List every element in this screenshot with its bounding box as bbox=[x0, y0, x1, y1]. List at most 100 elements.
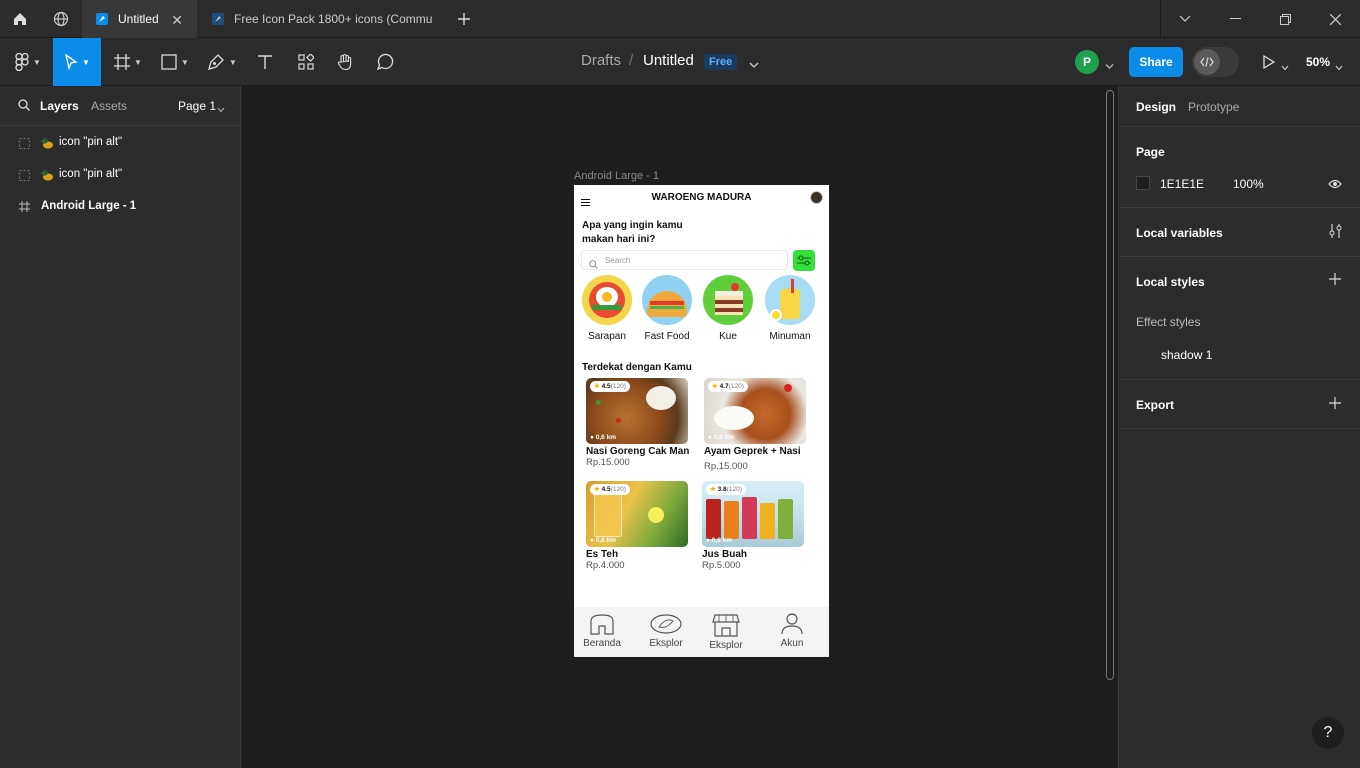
page-selector[interactable]: Page 1 bbox=[178, 99, 216, 113]
food-price: Rp.15.000 bbox=[704, 461, 748, 472]
category-minuman[interactable]: Minuman bbox=[764, 275, 816, 342]
rating-badge: ★ 3.8(120) bbox=[706, 484, 746, 495]
distance-label: ● 0,6 km bbox=[706, 537, 732, 544]
page-opacity-value[interactable]: 100% bbox=[1233, 177, 1264, 191]
tab-untitled[interactable]: Untitled ✕ bbox=[82, 0, 197, 38]
food-card-es-teh[interactable]: ★ 4.5(120) ● 0,6 km Es Teh Rp.4.000 bbox=[586, 481, 688, 571]
file-name[interactable]: Untitled bbox=[643, 52, 694, 69]
frame-tool-button[interactable]: ▼ bbox=[108, 38, 148, 86]
tab-label: Free Icon Pack 1800+ icons (Commu bbox=[234, 12, 433, 26]
food-card-ayam-geprek[interactable]: ★ 4.7(120) ● 0,8 km Ayam Geprek + Nasi R… bbox=[704, 378, 806, 472]
filter-button[interactable] bbox=[793, 250, 815, 271]
food-card-jus-buah[interactable]: ★ 3.8(120) ● 0,6 km Jus Buah Rp.5.000 bbox=[702, 481, 804, 571]
home-icon bbox=[590, 614, 614, 635]
food-image: ★ 3.8(120) ● 0,6 km bbox=[702, 481, 804, 547]
plan-badge: Free bbox=[704, 54, 738, 70]
chevron-down-icon: ▼ bbox=[134, 57, 142, 67]
nav-akun[interactable]: Akun bbox=[769, 613, 815, 649]
food-price: Rp.15.000 bbox=[586, 457, 630, 468]
tab-free-icon-pack[interactable]: Free Icon Pack 1800+ icons (Commu bbox=[198, 0, 444, 38]
main-menu-button[interactable]: ▼ bbox=[8, 38, 48, 86]
rating-badge: ★ 4.5(120) bbox=[590, 381, 630, 392]
tab-layers[interactable]: Layers bbox=[40, 99, 79, 113]
nav-beranda[interactable]: Beranda bbox=[579, 613, 625, 649]
layer-row[interactable]: icon "pin alt" bbox=[0, 129, 240, 157]
category-fast-food[interactable]: Fast Food bbox=[641, 275, 693, 342]
home-icon[interactable] bbox=[0, 0, 40, 38]
resources-tool-button[interactable] bbox=[291, 38, 321, 86]
zoom-level[interactable]: 50% bbox=[1306, 55, 1330, 69]
dev-mode-toggle[interactable] bbox=[1192, 47, 1239, 77]
layer-row[interactable]: icon "pin alt" bbox=[0, 161, 240, 189]
food-card-nasi-goreng[interactable]: ★ 4.5(120) ● 0,6 km Nasi Goreng Cak Man … bbox=[586, 378, 689, 468]
chevron-down-icon: ▼ bbox=[82, 57, 90, 67]
share-button[interactable]: Share bbox=[1129, 47, 1183, 77]
tab-assets[interactable]: Assets bbox=[91, 99, 127, 113]
new-tab-plus-icon[interactable] bbox=[444, 0, 484, 38]
food-name: Jus Buah bbox=[702, 549, 748, 560]
page-selector-chevron-icon[interactable] bbox=[217, 102, 225, 116]
breadcrumb-drafts[interactable]: Drafts bbox=[581, 52, 621, 69]
android-frame[interactable]: WAROENG MADURA Apa yang ingin kamu makan… bbox=[574, 185, 829, 657]
effect-style-item[interactable]: shadow 1 bbox=[1161, 348, 1212, 362]
food-image: ★ 4.5(120) ● 0,6 km bbox=[586, 378, 688, 444]
search-icon bbox=[589, 256, 598, 274]
food-price: Rp.5.000 bbox=[702, 560, 741, 571]
export-section: Export bbox=[1119, 380, 1360, 429]
pin-icon: ● bbox=[706, 537, 710, 544]
search-field[interactable]: Search bbox=[581, 250, 788, 270]
category-kue[interactable]: Kue bbox=[702, 275, 754, 342]
page-section: Page 1E1E1E 100% bbox=[1119, 127, 1360, 208]
rating-badge: ★ 4.5(120) bbox=[590, 484, 630, 495]
present-play-icon[interactable] bbox=[1262, 54, 1276, 74]
tabs-dropdown-chevron-icon[interactable] bbox=[1160, 0, 1210, 38]
close-window-icon[interactable] bbox=[1310, 0, 1360, 38]
category-label: Fast Food bbox=[644, 331, 690, 342]
category-sarapan[interactable]: Sarapan bbox=[581, 275, 633, 342]
page-color-value[interactable]: 1E1E1E bbox=[1160, 177, 1204, 191]
pin-icon: ● bbox=[708, 434, 712, 441]
add-style-plus-icon[interactable] bbox=[1329, 273, 1341, 288]
help-button[interactable]: ? bbox=[1312, 717, 1344, 749]
globe-icon[interactable] bbox=[41, 0, 81, 38]
tab-design[interactable]: Design bbox=[1136, 100, 1176, 114]
local-styles-header: Local styles bbox=[1136, 275, 1205, 289]
file-menu-chevron-icon[interactable] bbox=[749, 56, 759, 74]
avatar[interactable]: P bbox=[1075, 50, 1099, 74]
chevron-down-icon: ▼ bbox=[181, 57, 189, 67]
eye-visibility-icon[interactable] bbox=[1328, 178, 1342, 192]
layer-row-frame[interactable]: Android Large - 1 bbox=[0, 193, 240, 221]
close-tab-icon[interactable]: ✕ bbox=[171, 12, 183, 29]
category-label: Minuman bbox=[769, 331, 811, 342]
local-variables-header[interactable]: Local variables bbox=[1136, 226, 1223, 240]
food-price: Rp.4.000 bbox=[586, 560, 625, 571]
text-tool-button[interactable] bbox=[250, 38, 280, 86]
search-layers-icon[interactable] bbox=[18, 99, 30, 114]
frame-label[interactable]: Android Large - 1 bbox=[574, 170, 659, 182]
restore-window-icon[interactable] bbox=[1260, 0, 1310, 38]
food-name: Es Teh bbox=[586, 549, 619, 560]
zoom-chevron-icon[interactable] bbox=[1335, 58, 1343, 76]
profile-avatar[interactable] bbox=[810, 191, 823, 204]
taco-icon bbox=[642, 275, 692, 325]
present-chevron-icon[interactable] bbox=[1281, 58, 1289, 76]
pen-tool-button[interactable]: ▼ bbox=[202, 38, 242, 86]
multiplayer-chevron-icon[interactable] bbox=[1105, 57, 1114, 75]
greeting-heading: Apa yang ingin kamu makan hari ini? bbox=[582, 220, 683, 245]
nav-eksplor-store[interactable]: Eksplor bbox=[703, 613, 749, 651]
distance-label: ● 0,8 km bbox=[708, 434, 734, 441]
minimize-window-icon[interactable] bbox=[1210, 0, 1260, 38]
breakfast-plate-icon bbox=[582, 275, 632, 325]
tab-prototype[interactable]: Prototype bbox=[1188, 100, 1239, 114]
variables-sliders-icon[interactable] bbox=[1329, 224, 1342, 241]
add-export-plus-icon[interactable] bbox=[1329, 397, 1341, 412]
move-tool-button[interactable]: ▼ bbox=[53, 38, 101, 86]
comment-tool-icon[interactable] bbox=[370, 38, 400, 86]
canvas-vertical-scrollbar[interactable] bbox=[1106, 90, 1114, 680]
app-title: WAROENG MADURA bbox=[651, 192, 752, 203]
hand-tool-icon[interactable] bbox=[330, 38, 360, 86]
shape-tool-button[interactable]: ▼ bbox=[155, 38, 195, 86]
frame-hash-icon bbox=[19, 201, 30, 215]
nav-eksplor[interactable]: Eksplor bbox=[643, 613, 689, 649]
page-color-swatch[interactable] bbox=[1136, 176, 1150, 190]
